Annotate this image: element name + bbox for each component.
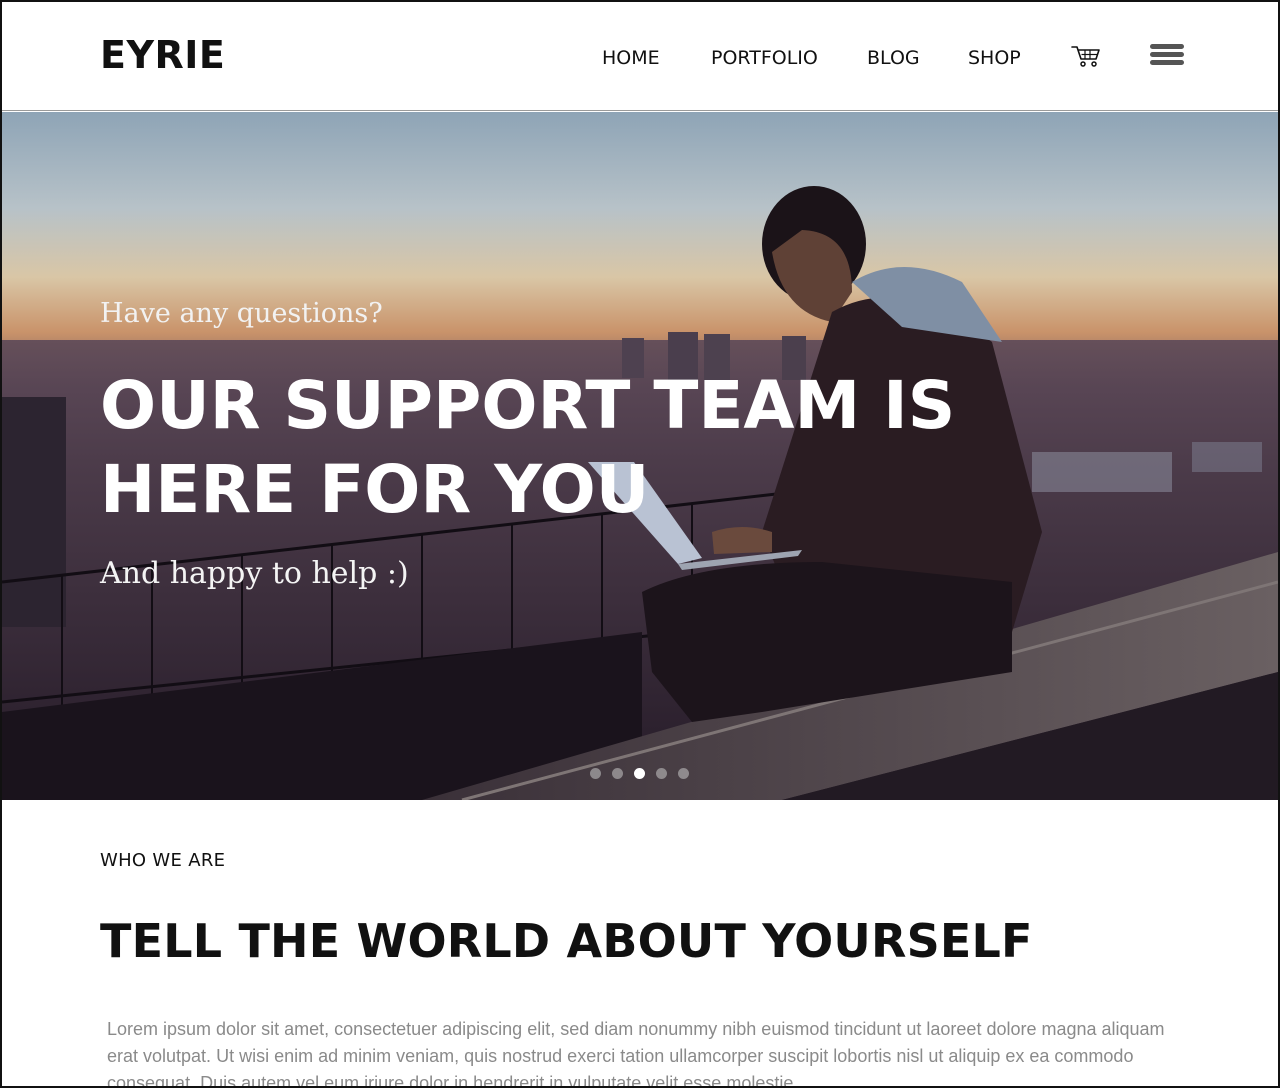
brand-logo[interactable]: EYRIE <box>100 34 225 76</box>
slider-dot[interactable] <box>678 768 689 779</box>
section-label: WHO WE ARE <box>100 850 226 871</box>
hamburger-bar <box>1150 44 1184 49</box>
hero-slider: Have any questions? OUR SUPPORT TEAM IS … <box>2 112 1278 800</box>
nav-home[interactable]: HOME <box>602 45 660 71</box>
nav-blog[interactable]: BLOG <box>867 45 920 71</box>
site-header: EYRIE HOME PORTFOLIO BLOG SHOP <box>2 2 1278 111</box>
slider-dot-active[interactable] <box>634 768 645 779</box>
hamburger-bar <box>1150 60 1184 65</box>
hamburger-bar <box>1150 52 1184 57</box>
nav-shop[interactable]: SHOP <box>968 45 1021 71</box>
slider-dot[interactable] <box>590 768 601 779</box>
hero-kicker: Have any questions? <box>100 298 383 329</box>
section-title: TELL THE WORLD ABOUT YOURSELF <box>100 914 1033 968</box>
nav-portfolio[interactable]: PORTFOLIO <box>711 45 818 71</box>
slider-dot[interactable] <box>656 768 667 779</box>
hero-subtitle: And happy to help :) <box>100 556 409 591</box>
hamburger-menu-icon[interactable] <box>1150 44 1184 68</box>
cart-icon[interactable] <box>1071 44 1101 68</box>
hero-title: OUR SUPPORT TEAM IS HERE FOR YOU <box>100 367 956 528</box>
section-body-text: Lorem ipsum dolor sit amet, consectetuer… <box>107 1019 1165 1088</box>
slider-dot[interactable] <box>612 768 623 779</box>
page-frame: EYRIE HOME PORTFOLIO BLOG SHOP Have any … <box>0 0 1280 1088</box>
